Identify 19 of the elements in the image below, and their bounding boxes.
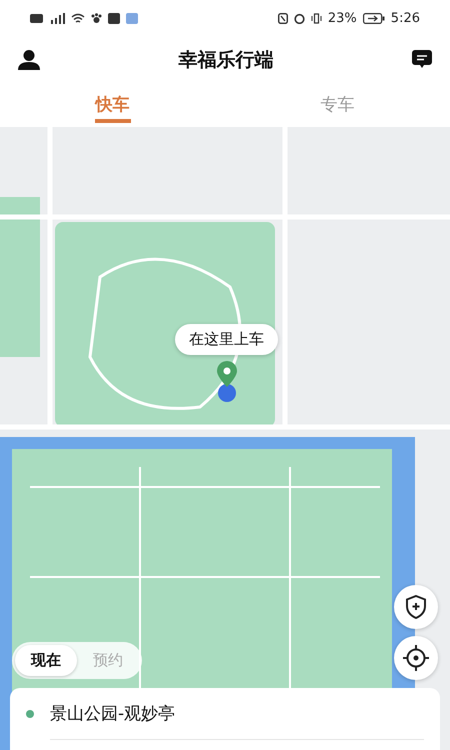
service-tab[interactable]: 专车 — [225, 81, 450, 127]
nfc-icon — [278, 13, 288, 24]
wifi-icon — [71, 13, 85, 24]
pickup-tooltip: 在这里上车 — [175, 324, 278, 355]
origin-dot-icon — [26, 710, 34, 718]
clock-time: 5:26 — [390, 11, 420, 26]
message-icon[interactable] — [412, 50, 432, 70]
battery-percentage: 23% — [328, 11, 357, 26]
target-icon — [403, 645, 429, 671]
shield-plus-icon — [405, 595, 427, 619]
paw-icon — [91, 13, 102, 24]
origin-location[interactable]: 景山公园-观妙亭 — [50, 702, 176, 725]
signal-icon — [49, 13, 65, 24]
app-title: 幸福乐行端 — [178, 48, 274, 73]
profile-icon[interactable] — [18, 50, 40, 70]
battery-icon — [362, 13, 385, 24]
time-mode-option[interactable]: 预约 — [77, 645, 139, 676]
vibrate-icon — [310, 13, 322, 24]
time-mode-option[interactable]: 现在 — [15, 645, 77, 676]
